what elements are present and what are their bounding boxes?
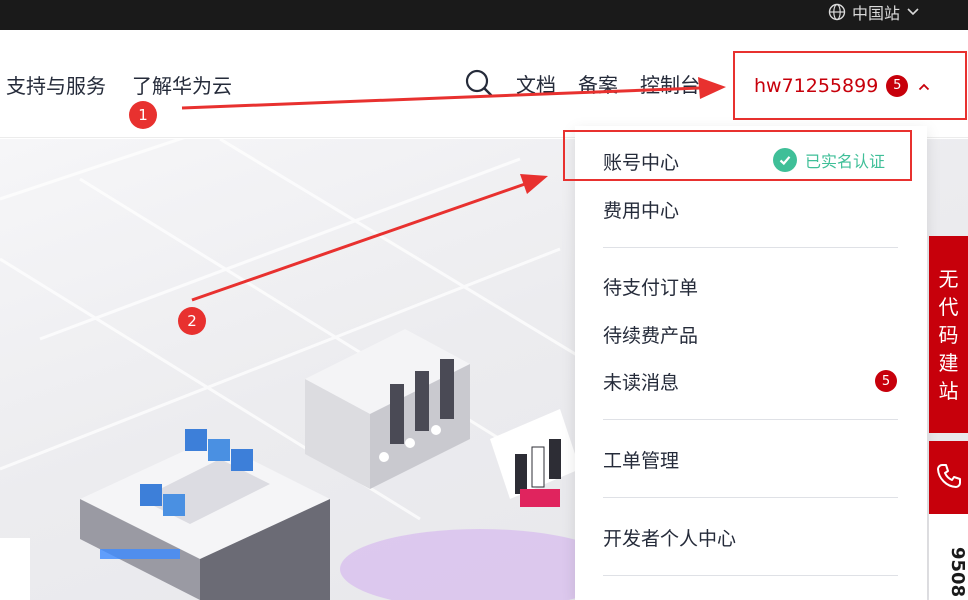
side-phone-number: 9508: [929, 514, 968, 600]
annotation-step-1: 1: [129, 101, 157, 129]
menu-item-pending-orders[interactable]: 待支付订单: [603, 273, 698, 300]
region-switcher[interactable]: 中国站: [828, 0, 920, 24]
menu-divider: [603, 419, 898, 420]
annotation-step-2: 2: [178, 307, 206, 335]
account-dropdown: 账号中心 已实名认证 费用中心 待支付订单 待续费产品 未读消息 5 工单管理 …: [563, 126, 927, 600]
user-notification-badge: 5: [886, 74, 909, 97]
chevron-up-icon: [918, 76, 930, 95]
menu-divider: [603, 497, 898, 498]
nav-link-docs[interactable]: 文档: [516, 69, 556, 98]
top-bar: 中国站: [0, 0, 968, 30]
verified-status: 已实名认证: [773, 148, 885, 172]
nav-left-links: 支持与服务 了解华为云: [6, 70, 232, 99]
chevron-down-icon: [906, 7, 920, 17]
menu-divider: [603, 247, 898, 248]
user-name: hw71255899: [754, 74, 879, 97]
side-promo-nocode[interactable]: 无 代 码 建 站: [929, 236, 968, 433]
side-promo-char: 建: [938, 350, 959, 375]
side-phone-button[interactable]: [929, 441, 968, 514]
nav-link-about[interactable]: 了解华为云: [132, 70, 232, 99]
nav-link-filing[interactable]: 备案: [578, 69, 618, 98]
menu-item-renewal-products[interactable]: 待续费产品: [603, 321, 698, 348]
menu-item-unread-messages[interactable]: 未读消息: [603, 368, 679, 395]
nav-right-links: 文档 备案 控制台: [464, 68, 722, 98]
phone-icon: [935, 462, 963, 494]
check-circle-icon: [773, 148, 797, 172]
side-promo-char: 代: [938, 294, 959, 319]
side-promo-char: 码: [938, 322, 959, 347]
nav-link-support[interactable]: 支持与服务: [6, 70, 106, 99]
user-account-menu[interactable]: hw71255899 5: [733, 51, 967, 120]
globe-icon: [828, 3, 846, 21]
menu-item-account-center[interactable]: 账号中心: [603, 148, 679, 175]
phone-number-text: 9508: [947, 546, 968, 598]
menu-item-developer-center[interactable]: 开发者个人中心: [603, 524, 736, 551]
region-label: 中国站: [851, 4, 900, 23]
hero-white-block: [0, 538, 30, 600]
side-promo-char: 无: [938, 266, 959, 291]
menu-item-billing-center[interactable]: 费用中心: [603, 196, 679, 223]
nav-link-console[interactable]: 控制台: [640, 69, 700, 98]
menu-divider: [603, 575, 898, 576]
unread-count-badge: 5: [875, 370, 897, 392]
menu-item-ticket-management[interactable]: 工单管理: [603, 446, 679, 473]
verified-label: 已实名认证: [805, 152, 886, 171]
search-icon[interactable]: [464, 68, 494, 98]
side-promo-char: 站: [938, 378, 959, 403]
